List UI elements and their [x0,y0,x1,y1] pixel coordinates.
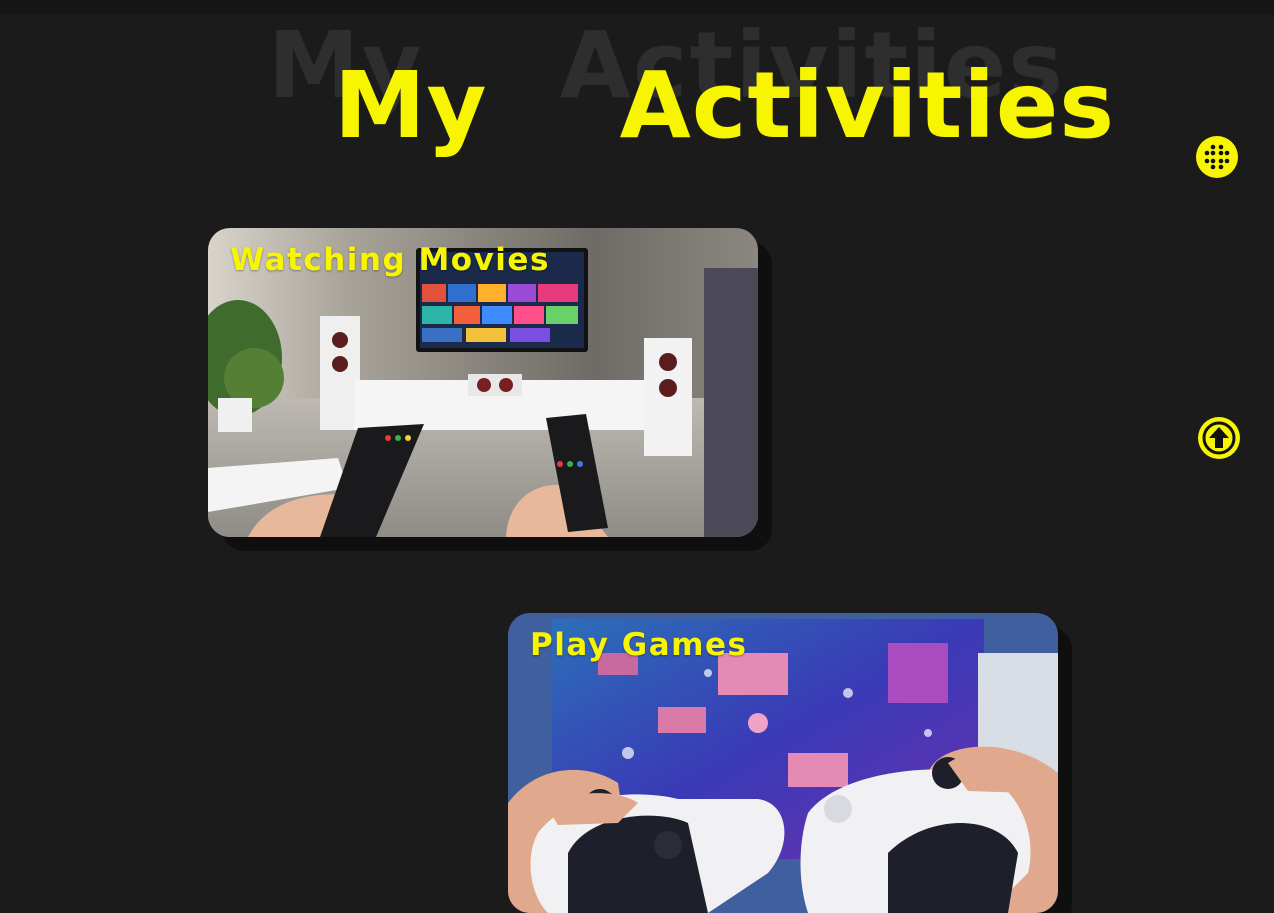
activity-label: Watching Movies [230,242,550,278]
activity-card-watching-movies[interactable]: Watching Movies [208,228,758,537]
arrow-up-icon [1202,421,1236,455]
activity-label: Play Games [530,627,748,663]
activity-card-play-games[interactable]: Play Games [508,613,1058,913]
scroll-top-button[interactable] [1198,417,1240,459]
menu-button[interactable] [1196,136,1238,178]
grid-dots-icon [1204,144,1230,170]
page-title: My Activities [334,52,1116,159]
